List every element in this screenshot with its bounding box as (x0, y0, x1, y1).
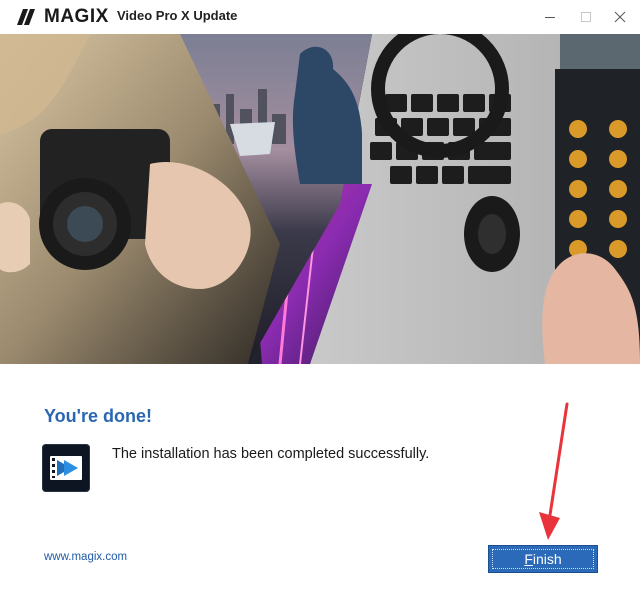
close-icon (614, 11, 626, 23)
window-title: Video Pro X Update (117, 8, 238, 23)
completion-title: You're done! (44, 406, 152, 426)
close-button[interactable] (598, 0, 640, 34)
finish-button-label: inish (532, 551, 562, 567)
title-bar: MAGIX Video Pro X Update (0, 0, 640, 34)
magix-logo: MAGIX (14, 6, 109, 28)
finish-button[interactable]: Finish (488, 545, 598, 573)
magix-logo-icon (17, 9, 35, 25)
annotation-arrow-icon (539, 402, 569, 540)
magix-website-link[interactable]: www.magix.com (44, 551, 127, 563)
finish-button-accesskey: F (524, 551, 533, 567)
completion-message: The installation has been completed succ… (112, 446, 430, 462)
maximize-icon (581, 12, 591, 22)
banner-collage (0, 34, 640, 364)
banner-image (0, 34, 640, 364)
minimize-icon (545, 17, 555, 18)
video-pro-x-icon (42, 444, 90, 492)
brand-name: MAGIX (44, 6, 109, 27)
